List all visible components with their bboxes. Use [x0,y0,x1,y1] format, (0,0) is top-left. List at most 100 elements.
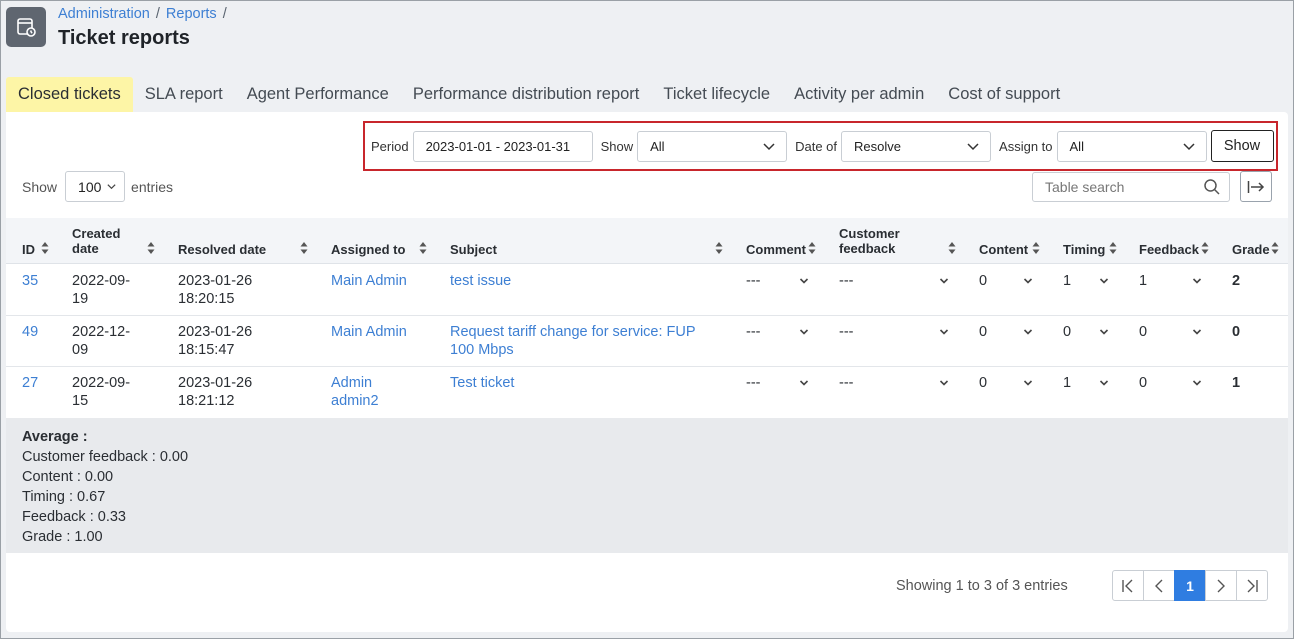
resolved-date-line2: 18:15:47 [178,342,235,358]
grade-value: 2 [1232,273,1241,289]
date-of-value: Resolve [854,138,901,154]
assign-to-select[interactable]: All [1056,130,1207,162]
assigned-line1: Main Admin [331,324,407,340]
resolved-date-line1: 2023-01-26 [178,273,253,289]
prev-page-button[interactable] [1143,570,1175,601]
sort-icon[interactable] [1032,241,1040,255]
search-icon[interactable] [1203,178,1221,196]
ticket-id-link[interactable]: 27 [22,374,38,392]
created-date: 2022-09- 19 [72,272,130,308]
column-subject[interactable]: Subject [450,242,497,257]
first-page-button[interactable] [1112,570,1144,601]
last-page-button[interactable] [1236,570,1268,601]
next-page-button[interactable] [1205,570,1237,601]
column-assigned-to[interactable]: Assigned to [331,242,405,257]
table-search-placeholder: Table search [1045,179,1125,195]
last-page-icon [1247,579,1258,592]
tab-sla-report[interactable]: SLA report [133,77,235,112]
chevron-down-icon[interactable] [939,327,949,337]
subject-link[interactable]: Test ticket [450,374,514,392]
tab-activity-per-admin[interactable]: Activity per admin [782,77,936,112]
sort-icon[interactable] [419,241,427,255]
created-date-line1: 2022-09- [72,375,131,391]
column-comment[interactable]: Comment [746,242,806,257]
sort-icon[interactable] [1201,241,1209,255]
chevron-down-icon[interactable] [799,327,809,337]
created-date-line1: 2022-12- [72,324,131,340]
chevron-down-icon[interactable] [1023,276,1033,286]
assigned-line1: Admin [331,375,373,391]
sort-icon[interactable] [808,241,816,255]
chevron-down-icon[interactable] [799,276,809,286]
ticket-id-link[interactable]: 35 [22,272,38,290]
average-content: Content : 0.00 [22,469,114,485]
chevron-down-icon[interactable] [1099,327,1109,337]
breadcrumb-reports[interactable]: Reports [166,6,217,22]
entries-value: 100 [78,178,102,195]
subject-link[interactable]: test issue [450,272,511,290]
report-tabs: Closed tickets SLA report Agent Performa… [6,77,1072,112]
column-timing[interactable]: Timing [1063,242,1105,257]
assigned-admin-link[interactable]: Admin admin2 [331,374,379,410]
date-of-select[interactable]: Resolve [841,130,992,162]
chevron-down-icon[interactable] [1192,276,1202,286]
sort-icon[interactable] [300,241,308,255]
comment-value: --- [746,375,761,391]
chevron-down-icon[interactable] [1023,378,1033,388]
next-page-icon [1217,579,1225,592]
sort-icon[interactable] [948,241,956,255]
sort-icon[interactable] [1271,241,1279,255]
column-grade[interactable]: Grade [1232,242,1270,257]
customer-feedback-value: --- [839,375,854,391]
content-value: 0 [979,273,988,289]
chevron-down-icon[interactable] [1192,378,1202,388]
column-customer-feedback[interactable]: Customer feedback [839,226,900,256]
chevron-down-icon[interactable] [1023,327,1033,337]
column-content[interactable]: Content [979,242,1028,257]
assigned-line2: admin2 [331,393,379,409]
chevron-down-icon[interactable] [939,276,949,286]
entries-select[interactable]: 100 [65,171,126,202]
page-number-button[interactable]: 1 [1174,570,1206,601]
column-id[interactable]: ID [22,242,35,257]
period-label: Period [371,138,409,154]
column-feedback[interactable]: Feedback [1139,242,1199,257]
assigned-admin-link[interactable]: Main Admin [331,272,407,290]
breadcrumb: Administration / Reports / [58,6,227,22]
subject-line1: Test ticket [450,375,515,391]
period-input[interactable]: 2023-01-01 - 2023-01-31 [412,130,593,162]
chevron-down-icon[interactable] [939,378,949,388]
created-date-line2: 15 [72,393,89,409]
show-entries: Show 100 entries [22,171,173,202]
content-value: 0 [979,375,988,391]
chevron-down-icon [763,142,775,150]
export-button[interactable] [1240,171,1272,202]
sort-icon[interactable] [41,241,49,255]
breadcrumb-administration[interactable]: Administration [58,6,150,22]
subject-link[interactable]: Request tariff change for service: FUP 10… [450,323,696,359]
sort-icon[interactable] [1109,241,1117,255]
chevron-down-icon[interactable] [1192,327,1202,337]
tab-cost-of-support[interactable]: Cost of support [936,77,1072,112]
column-customer-feedback-line1: Customer [839,226,900,241]
show-button[interactable]: Show [1210,130,1274,162]
show-entries-prefix: Show [22,178,58,195]
column-created-date[interactable]: Created date [72,226,120,256]
chevron-down-icon[interactable] [1099,378,1109,388]
assigned-admin-link[interactable]: Main Admin [331,323,407,341]
chevron-down-icon[interactable] [799,378,809,388]
column-resolved-date[interactable]: Resolved date [178,242,266,257]
tab-closed-tickets[interactable]: Closed tickets [6,77,133,112]
tab-ticket-lifecycle[interactable]: Ticket lifecycle [651,77,782,112]
sort-icon[interactable] [715,241,723,255]
ticket-id-link[interactable]: 49 [22,323,38,341]
pagination: 1 [1112,570,1268,601]
page-title: Ticket reports [58,27,190,49]
table-search-input[interactable]: Table search [1032,172,1230,202]
sort-icon[interactable] [147,241,155,255]
chevron-down-icon[interactable] [1099,276,1109,286]
show-select[interactable]: All [637,130,788,162]
resolved-date: 2023-01-26 18:20:15 [178,272,252,308]
tab-agent-performance[interactable]: Agent Performance [235,77,401,112]
tab-performance-distribution[interactable]: Performance distribution report [401,77,652,112]
